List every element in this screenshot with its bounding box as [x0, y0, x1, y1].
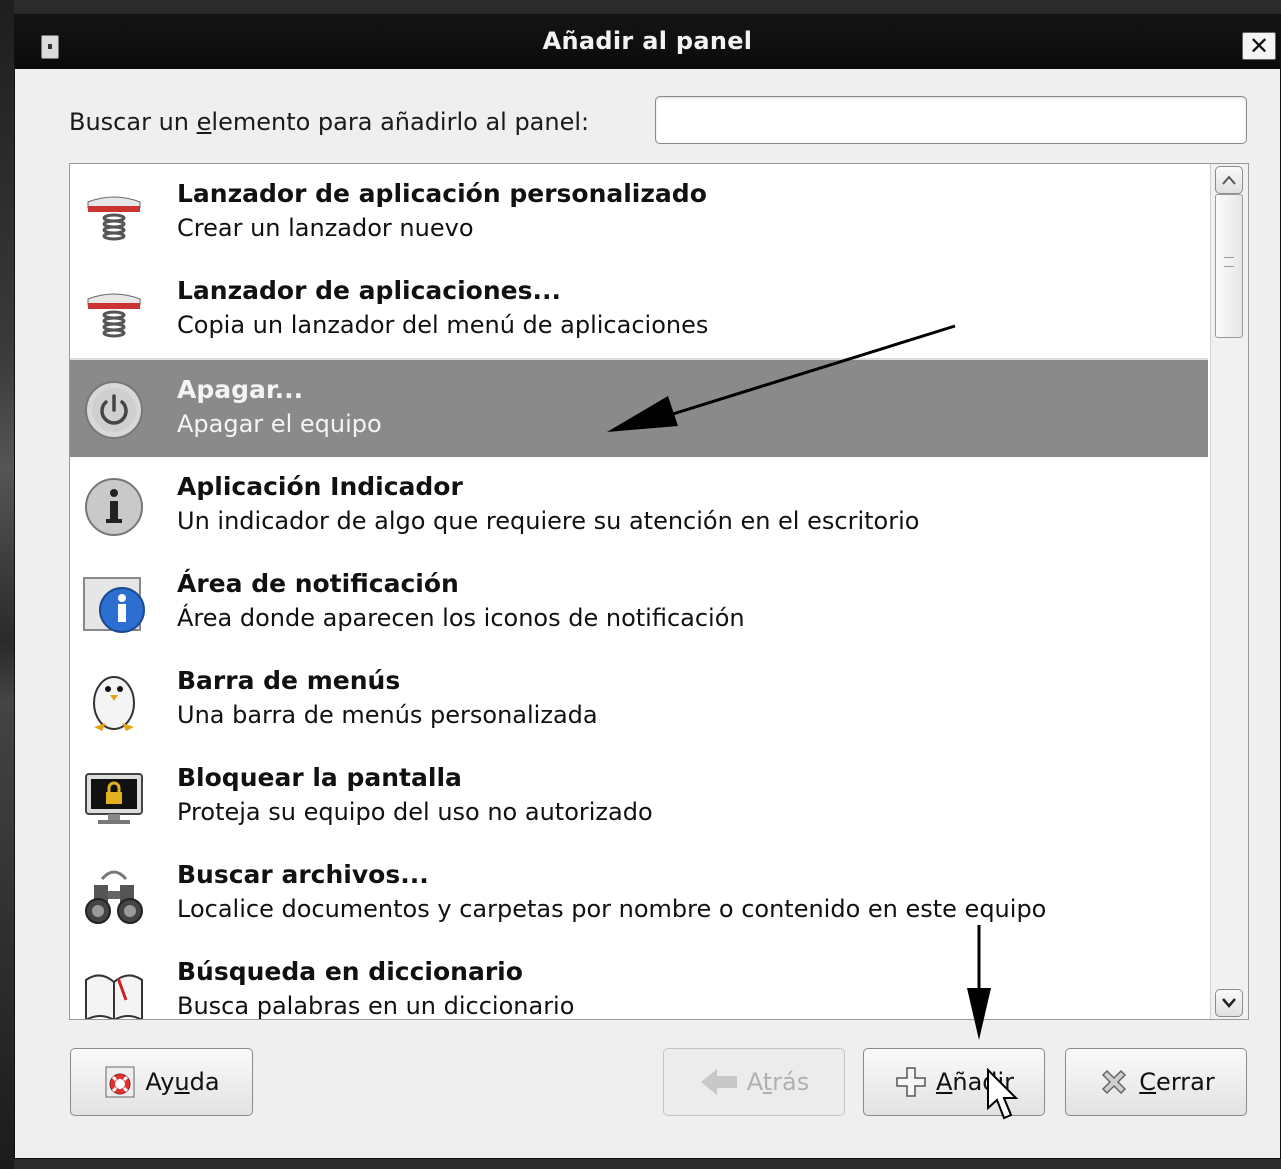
info-grey-icon [85, 478, 143, 536]
scroll-down-button[interactable] [1215, 989, 1243, 1017]
back-label-pre: A [746, 1068, 763, 1096]
search-label-before: Buscar un [69, 108, 197, 136]
list-item[interactable]: Aplicación Indicador Un indicador de alg… [70, 457, 1208, 554]
add-label-mnemonic: A [935, 1068, 953, 1096]
item-name: Buscar archivos... [177, 860, 429, 889]
close-label-mnemonic: C [1139, 1068, 1157, 1096]
item-description: Apagar el equipo [177, 410, 382, 438]
list-item-selected[interactable]: Apagar... Apagar el equipo [70, 360, 1208, 457]
list-item[interactable]: Lanzador de aplicación personalizado Cre… [70, 164, 1208, 261]
dictionary-icon [85, 974, 143, 1019]
help-lifebuoy-icon [105, 1066, 135, 1098]
item-name: Barra de menús [177, 666, 401, 695]
item-name: Lanzador de aplicación personalizado [177, 179, 707, 208]
help-button-label: Ayuda [145, 1068, 219, 1096]
applet-list-frame: Lanzador de aplicación personalizado Cre… [69, 163, 1249, 1020]
launcher-spring-icon [87, 196, 141, 241]
back-button[interactable]: Atrás [663, 1048, 845, 1116]
search-label: Buscar un elemento para añadirlo al pane… [69, 108, 589, 136]
applet-list[interactable]: Lanzador de aplicación personalizado Cre… [70, 164, 1208, 1019]
search-input[interactable] [655, 96, 1247, 144]
search-label-mnemonic: e [196, 108, 212, 136]
launcher-spring-icon [87, 293, 141, 338]
close-x-icon [1102, 1069, 1127, 1095]
item-description: Área donde aparecen los iconos de notifi… [177, 604, 745, 632]
title-bar[interactable]: Añadir al panel ✕ [15, 15, 1280, 69]
item-description: Busca palabras en un diccionario [177, 992, 575, 1019]
item-name: Área de notificación [177, 569, 459, 598]
item-name: Apagar... [177, 375, 304, 404]
help-button[interactable]: Ayuda [70, 1048, 253, 1116]
window-close-button[interactable]: ✕ [1242, 32, 1276, 60]
item-description: Proteja su equipo del uso no autorizado [177, 798, 653, 826]
help-label-post: da [189, 1068, 220, 1096]
back-label-post: rás [772, 1068, 810, 1096]
list-scrollbar[interactable] [1210, 164, 1248, 1019]
item-description: Un indicador de algo que requiere su ate… [177, 507, 920, 535]
item-description: Copia un lanzador del menú de aplicacion… [177, 311, 709, 339]
binoculars-icon [85, 870, 143, 924]
close-button-label: Cerrar [1139, 1068, 1214, 1096]
power-icon [85, 381, 143, 439]
item-name: Bloquear la pantalla [177, 763, 462, 792]
list-item[interactable]: Lanzador de aplicaciones... Copia un lan… [70, 261, 1208, 358]
add-to-panel-dialog: Añadir al panel ✕ Buscar un elemento par… [14, 14, 1281, 1159]
help-label-mnemonic: u [174, 1068, 190, 1096]
lock-screen-icon [85, 773, 143, 824]
item-name: Aplicación Indicador [177, 472, 463, 501]
list-item[interactable]: Búsqueda en diccionario Busca palabras e… [70, 942, 1208, 1019]
list-item[interactable]: Bloquear la pantalla Proteja su equipo d… [70, 748, 1208, 845]
chevron-up-icon [1222, 175, 1236, 185]
item-name: Lanzador de aplicaciones... [177, 276, 561, 305]
close-button[interactable]: Cerrar [1065, 1048, 1247, 1116]
close-label-post: errar [1156, 1068, 1215, 1096]
item-description: Una barra de menús personalizada [177, 701, 598, 729]
back-label-mnemonic: t [762, 1068, 773, 1096]
help-label-pre: Ay [145, 1068, 175, 1096]
info-blue-icon [83, 577, 145, 633]
penguin-icon [93, 676, 135, 731]
list-item[interactable]: Área de notificación Área donde aparecen… [70, 554, 1208, 651]
chevron-down-icon [1222, 998, 1236, 1008]
arrow-left-icon [700, 1069, 737, 1095]
list-item[interactable]: Barra de menús Una barra de menús person… [70, 651, 1208, 748]
item-name: Búsqueda en diccionario [177, 957, 523, 986]
item-description: Crear un lanzador nuevo [177, 214, 474, 242]
mouse-cursor-icon [987, 1068, 1019, 1120]
scroll-thumb[interactable] [1215, 194, 1243, 338]
window-title: Añadir al panel [542, 27, 753, 55]
plus-icon [896, 1067, 926, 1097]
item-description: Localice documentos y carpetas por nombr… [177, 895, 1047, 923]
scroll-up-button[interactable] [1215, 166, 1243, 194]
back-button-label: Atrás [747, 1068, 810, 1096]
desktop-backdrop [0, 0, 14, 1169]
search-label-after: lemento para añadirlo al panel: [211, 108, 590, 136]
list-item[interactable]: Buscar archivos... Localice documentos y… [70, 845, 1208, 942]
